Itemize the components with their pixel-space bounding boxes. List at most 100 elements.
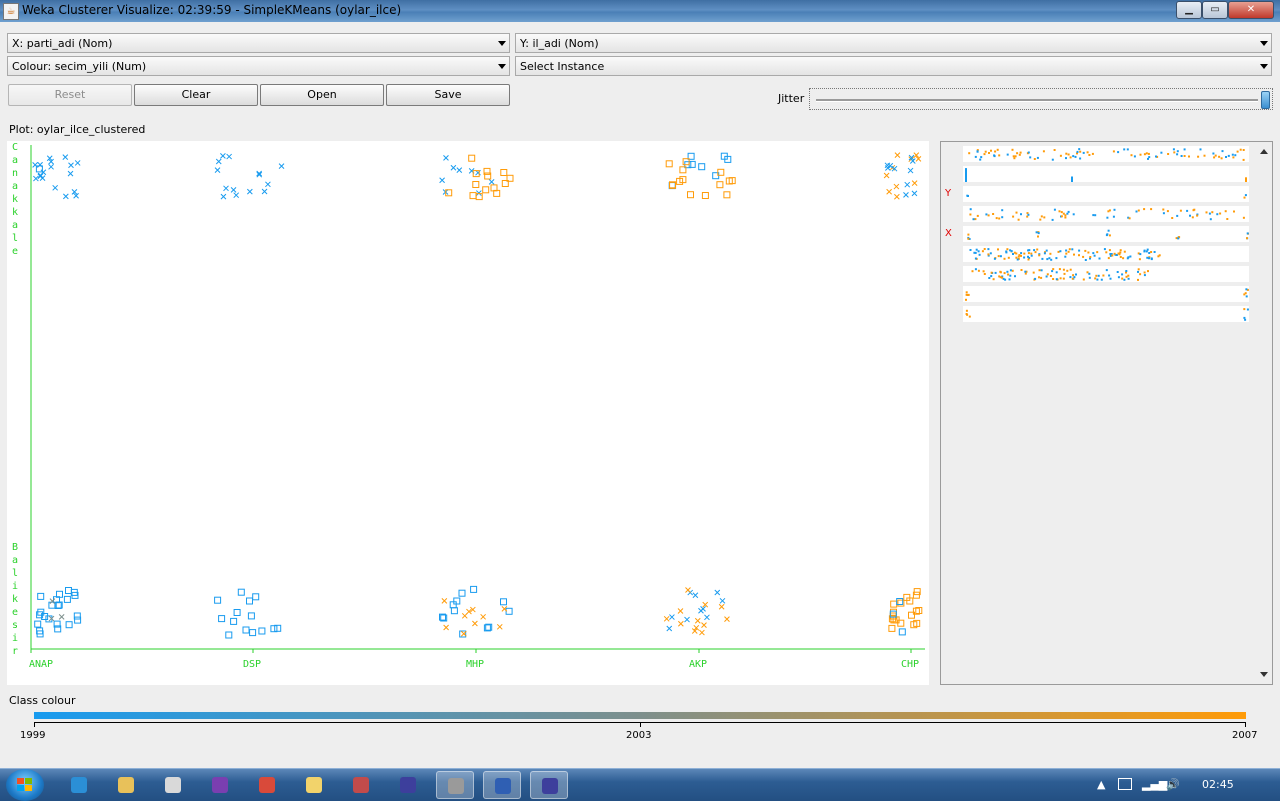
data-point[interactable] — [698, 607, 704, 614]
data-point[interactable] — [226, 153, 232, 160]
data-point[interactable] — [237, 588, 245, 596]
taskbar-button-weka[interactable] — [436, 771, 474, 799]
attribute-bar[interactable] — [963, 306, 1249, 322]
open-button[interactable]: Open — [260, 84, 384, 106]
data-point[interactable] — [488, 178, 495, 185]
colour-select[interactable]: Colour: secim_yili (Num) — [7, 56, 510, 76]
data-point[interactable] — [684, 616, 690, 623]
taskbar-button-calculator[interactable] — [154, 771, 192, 799]
data-point[interactable] — [230, 187, 237, 193]
data-point[interactable] — [894, 152, 901, 158]
scatter-plot[interactable]: Canakkale Balikesir ANAP DSP MHP AKP CHP — [7, 141, 929, 685]
data-point[interactable] — [890, 600, 898, 608]
taskbar-button-windows-explorer[interactable] — [107, 771, 145, 799]
instance-select[interactable]: Select Instance — [515, 56, 1272, 76]
attribute-bar[interactable] — [963, 226, 1250, 242]
clear-button[interactable]: Clear — [134, 84, 258, 106]
data-point[interactable] — [886, 188, 892, 195]
data-point[interactable] — [242, 626, 250, 634]
data-point[interactable] — [894, 193, 900, 200]
data-point[interactable] — [888, 624, 896, 632]
data-point[interactable] — [453, 597, 461, 605]
data-point[interactable] — [37, 592, 45, 600]
attribute-bar[interactable] — [963, 266, 1249, 282]
data-point[interactable] — [246, 188, 253, 195]
data-point[interactable] — [505, 607, 513, 615]
taskbar-button-pencil-app[interactable] — [295, 771, 333, 799]
taskbar-button-eclipse-2[interactable] — [530, 771, 568, 799]
data-point[interactable] — [694, 617, 701, 624]
data-point[interactable] — [278, 163, 285, 169]
data-point[interactable] — [258, 627, 266, 635]
data-point[interactable] — [911, 190, 918, 197]
data-point[interactable] — [225, 631, 233, 639]
save-button[interactable]: Save — [386, 84, 510, 106]
minimize-button[interactable]: ▁ — [1176, 1, 1202, 19]
data-point[interactable] — [500, 598, 507, 606]
data-point[interactable] — [458, 589, 466, 597]
taskbar-button-book-app[interactable] — [201, 771, 239, 799]
data-point[interactable] — [74, 160, 81, 166]
data-point[interactable] — [704, 614, 710, 621]
data-point[interactable] — [218, 615, 226, 623]
data-point[interactable] — [482, 186, 490, 194]
data-point[interactable] — [714, 589, 721, 596]
volume-icon[interactable]: 🔊 — [1166, 778, 1180, 791]
start-button[interactable] — [6, 769, 44, 801]
data-point[interactable] — [665, 160, 673, 168]
attribute-panel[interactable]: Y X — [940, 141, 1273, 685]
taskbar-button-tool-app[interactable] — [342, 771, 380, 799]
close-button[interactable]: ✕ — [1228, 1, 1274, 19]
data-point[interactable] — [230, 617, 238, 625]
data-point[interactable] — [62, 154, 69, 160]
y-axis-select[interactable]: Y: il_adi (Nom) — [515, 33, 1272, 53]
data-point[interactable] — [496, 623, 503, 630]
data-point[interactable] — [439, 177, 445, 184]
data-point[interactable] — [699, 629, 705, 636]
data-point[interactable] — [666, 625, 673, 632]
data-point[interactable] — [49, 598, 56, 604]
jitter-slider[interactable] — [809, 88, 1273, 110]
data-point[interactable] — [669, 614, 675, 620]
data-point[interactable] — [883, 172, 890, 179]
data-point[interactable] — [893, 183, 900, 190]
power-icon[interactable] — [1118, 778, 1132, 790]
x-axis-select[interactable]: X: parti_adi (Nom) — [7, 33, 510, 53]
attribute-bar[interactable] — [963, 246, 1249, 262]
data-point[interactable] — [701, 622, 707, 628]
scroll-down-icon[interactable] — [1260, 672, 1268, 677]
data-point[interactable] — [456, 167, 463, 173]
data-point[interactable] — [214, 596, 222, 604]
taskbar-button-eclipse[interactable] — [389, 771, 427, 799]
data-point[interactable] — [214, 167, 221, 173]
data-point[interactable] — [220, 153, 226, 159]
scatter-plot-canvas[interactable] — [7, 141, 929, 685]
data-point[interactable] — [261, 188, 268, 195]
data-point[interactable] — [74, 616, 82, 624]
data-point[interactable] — [58, 614, 65, 620]
data-point[interactable] — [52, 184, 59, 191]
data-point[interactable] — [220, 193, 227, 200]
data-point[interactable] — [907, 167, 914, 174]
data-point[interactable] — [450, 607, 458, 615]
data-point[interactable] — [677, 620, 684, 627]
data-point[interactable] — [73, 612, 81, 620]
data-point[interactable] — [718, 603, 725, 610]
taskbar-button-word[interactable] — [483, 771, 521, 799]
taskbar-button-chrome[interactable] — [248, 771, 286, 799]
data-point[interactable] — [37, 161, 43, 168]
attribute-bar[interactable] — [963, 206, 1249, 222]
taskbar-button-internet-explorer[interactable] — [60, 771, 98, 799]
data-point[interactable] — [724, 616, 730, 623]
data-point[interactable] — [469, 192, 477, 200]
data-point[interactable] — [688, 160, 696, 168]
attribute-bar[interactable] — [963, 186, 1249, 202]
data-point[interactable] — [663, 615, 670, 622]
data-point[interactable] — [898, 628, 906, 636]
data-point[interactable] — [265, 181, 271, 188]
data-point[interactable] — [65, 621, 73, 629]
data-point[interactable] — [500, 169, 508, 176]
data-point[interactable] — [246, 597, 253, 605]
data-point[interactable] — [904, 181, 911, 188]
data-point[interactable] — [480, 613, 486, 620]
